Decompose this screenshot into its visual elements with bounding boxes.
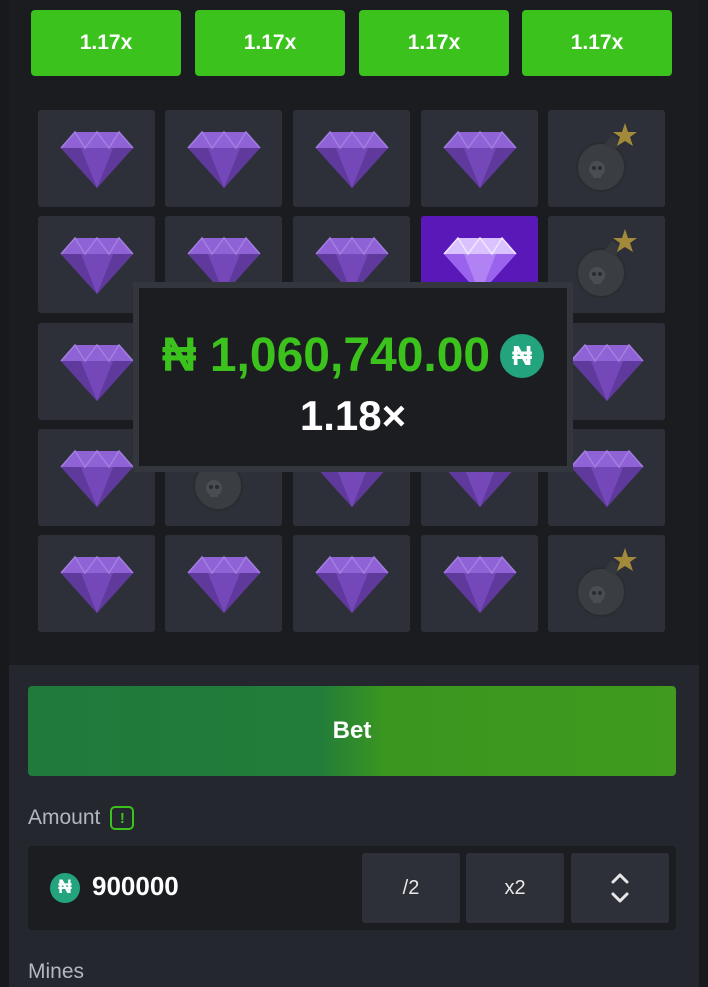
gem-icon — [59, 236, 134, 294]
info-icon[interactable]: ! — [110, 806, 135, 830]
tile-r1-c1[interactable] — [38, 110, 155, 207]
tile-r1-c5[interactable] — [548, 110, 665, 207]
double-amount-button[interactable]: x2 — [466, 853, 564, 923]
win-popup: ₦ 1,060,740.00 ₦ 1.18× — [133, 282, 573, 472]
multiplier-chip-4: 1.17x — [522, 10, 672, 76]
tile-r5-c4[interactable] — [421, 535, 538, 632]
naira-coin-icon: ₦ — [50, 873, 80, 903]
tile-r5-c5[interactable] — [548, 535, 665, 632]
tile-r1-c2[interactable] — [165, 110, 282, 207]
win-multiplier: 1.18× — [299, 392, 407, 439]
tile-r1-c4[interactable] — [421, 110, 538, 207]
tile-r1-c3[interactable] — [293, 110, 410, 207]
half-amount-button[interactable]: /2 — [362, 853, 460, 923]
mine-icon — [575, 547, 637, 617]
bet-button[interactable]: Bet — [28, 686, 676, 776]
gem-icon — [569, 449, 644, 507]
amount-input[interactable]: 900000 — [92, 871, 179, 902]
left-edge — [0, 0, 9, 987]
gem-icon — [59, 343, 134, 401]
win-amount: ₦ 1,060,740.00 — [161, 329, 491, 382]
gem-icon — [442, 555, 517, 613]
tile-r5-c2[interactable] — [165, 535, 282, 632]
gem-icon — [569, 343, 644, 401]
mine-icon — [575, 122, 637, 192]
gem-icon — [314, 555, 389, 613]
naira-coin-icon: ₦ — [500, 333, 545, 378]
multiplier-chip-2: 1.17x — [195, 10, 345, 76]
amount-stepper-button[interactable] — [571, 853, 669, 923]
amount-label: Amount — [28, 806, 101, 829]
tile-r5-c3[interactable] — [293, 535, 410, 632]
gem-icon — [186, 130, 261, 188]
gem-icon — [59, 130, 134, 188]
amount-input-box: ₦ 900000 /2 x2 — [28, 846, 676, 930]
win-amount-row: ₦ 1,060,740.00 ₦ — [139, 328, 567, 383]
tile-r5-c1[interactable] — [38, 535, 155, 632]
gem-icon — [314, 130, 389, 188]
right-edge — [699, 0, 708, 987]
multiplier-chip-3: 1.17x — [359, 10, 509, 76]
gem-icon — [59, 449, 134, 507]
multiplier-chip-1: 1.17x — [31, 10, 181, 76]
gem-icon — [59, 555, 134, 613]
gem-icon — [442, 130, 517, 188]
mines-label: Mines — [28, 960, 85, 983]
chevron-up-down-icon — [611, 873, 629, 903]
amount-label-row: Amount ! — [28, 806, 135, 830]
mine-icon — [575, 228, 637, 298]
gem-icon — [186, 555, 261, 613]
